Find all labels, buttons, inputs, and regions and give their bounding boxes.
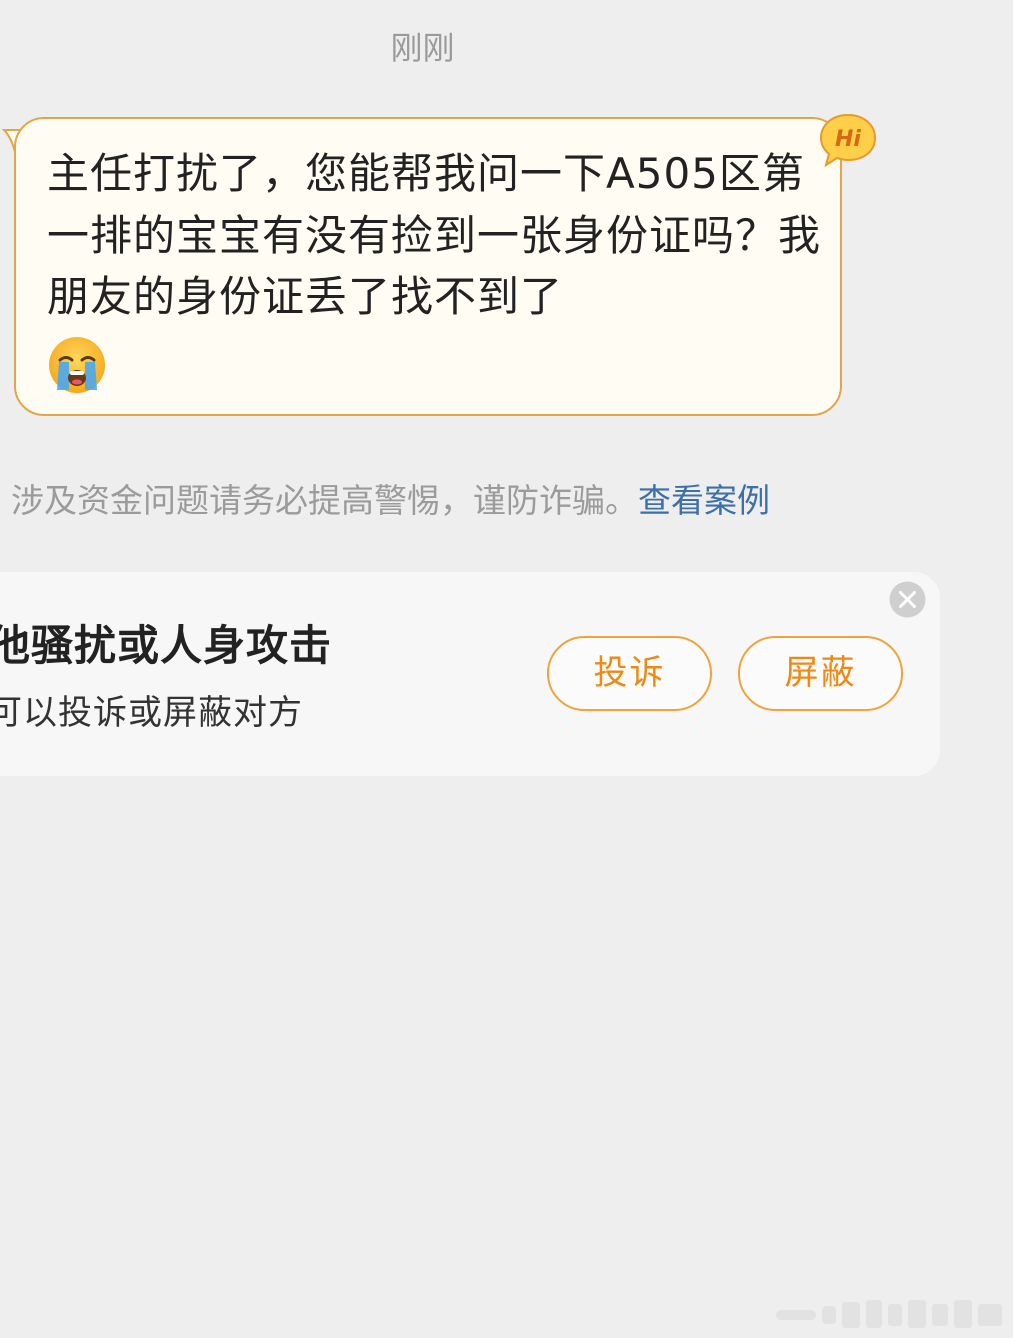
fraud-warning-text: 涉及资金问题请务必提高警惕，谨防诈骗。 xyxy=(11,481,638,520)
report-card-subtitle: 可以投诉或屏蔽对方 xyxy=(0,693,303,733)
fraud-warning: 涉及资金问题请务必提高警惕，谨防诈骗。查看案例 xyxy=(11,478,770,524)
message-text: 主任打扰了，您能帮我问一下A505区第一排的宝宝有没有捡到一张身份证吗？我朋友的… xyxy=(47,143,827,328)
report-card-title: 他骚扰或人身攻击 xyxy=(0,621,333,670)
block-button[interactable]: 屏蔽 xyxy=(738,636,903,711)
hi-badge-icon: Hi xyxy=(819,113,877,168)
complain-button[interactable]: 投诉 xyxy=(547,636,712,711)
view-cases-link[interactable]: 查看案例 xyxy=(638,481,770,520)
hi-badge-text: Hi xyxy=(835,127,861,152)
message-bubble[interactable]: 主任打扰了，您能帮我问一下A505区第一排的宝宝有没有捡到一张身份证吗？我朋友的… xyxy=(14,117,842,416)
close-icon[interactable] xyxy=(889,581,926,618)
chat-screen: 刚刚 主任打扰了，您能帮我问一下A505区第一排的宝宝有没有捡到一张身份证吗？我… xyxy=(0,0,1013,1338)
watermark-icon xyxy=(776,1300,1002,1328)
message-text-content: 主任打扰了，您能帮我问一下A505区第一排的宝宝有没有捡到一张身份证吗？我朋友的… xyxy=(47,149,822,321)
loudly-crying-face-icon xyxy=(49,337,105,393)
message-timestamp: 刚刚 xyxy=(390,29,455,67)
